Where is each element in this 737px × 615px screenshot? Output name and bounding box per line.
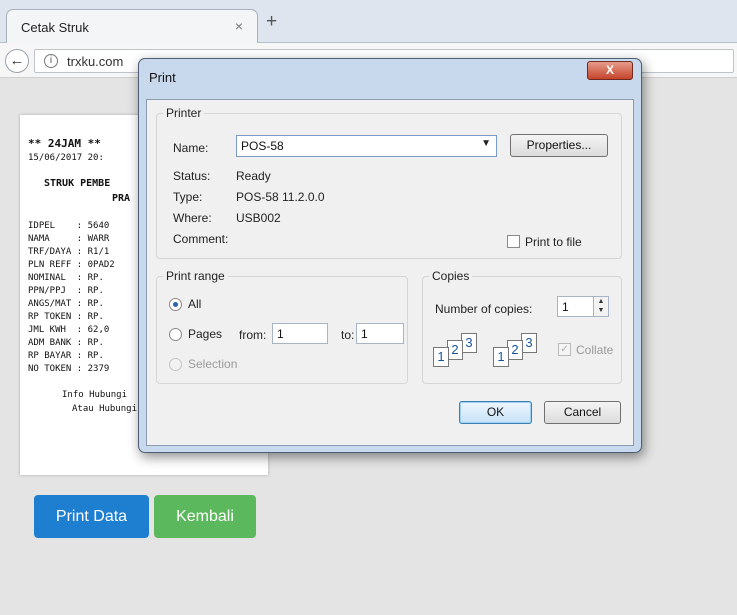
receipt-line: NAMA : WARR (28, 234, 110, 244)
receipt-line: ANGS/MAT : RP. (28, 299, 104, 309)
receipt-line: ** 24JAM ** (28, 137, 101, 150)
receipt-line: PLN REFF : 0PAD2 (28, 260, 115, 270)
tab-strip: Cetak Struk × + (0, 0, 737, 44)
dialog-title: Print (149, 70, 176, 85)
info-icon[interactable]: i (44, 54, 58, 68)
all-radio[interactable] (169, 298, 182, 311)
type-value: POS-58 11.2.0.0 (236, 190, 325, 204)
back-arrow-icon[interactable]: ← (5, 49, 29, 73)
page-1-icon: 1 (433, 347, 449, 367)
print-range-label: Print range (163, 269, 228, 283)
printer-group: Printer Name: POS-58 ▼ Properties... Sta… (156, 106, 622, 259)
to-input[interactable]: 1 (356, 323, 404, 344)
tab-title: Cetak Struk (21, 20, 89, 35)
from-label: from: (239, 328, 267, 342)
receipt-line: 15/06/2017 20: (28, 153, 104, 163)
print-to-file-label: Print to file (525, 235, 582, 249)
status-value: Ready (236, 169, 271, 183)
print-data-button[interactable]: Print Data (34, 495, 149, 538)
selection-label: Selection (188, 357, 238, 371)
receipt-line: TRF/DAYA : R1/1 (28, 247, 110, 257)
print-to-file-checkbox[interactable] (507, 235, 520, 248)
printer-name-select[interactable]: POS-58 ▼ (236, 135, 497, 157)
copies-group: Copies Number of copies: 1 ▲ ▼ 3 2 1 3 2… (422, 269, 622, 384)
browser-tab[interactable]: Cetak Struk × (6, 9, 258, 44)
collate-checkbox[interactable]: ✓ (558, 343, 571, 356)
properties-button[interactable]: Properties... (510, 134, 608, 157)
receipt-line: Info Hubungi (62, 390, 128, 400)
collate-pages-icon: 3 2 1 (491, 333, 545, 373)
where-value: USB002 (236, 211, 281, 225)
receipt-line: ADM BANK : RP. (28, 338, 104, 348)
page-1-icon: 1 (493, 347, 509, 367)
printer-name-label: Name: (173, 141, 209, 155)
from-input[interactable]: 1 (272, 323, 328, 344)
dialog-body: Printer Name: POS-58 ▼ Properties... Sta… (146, 99, 634, 446)
page-2-icon: 2 (447, 340, 463, 360)
back-button[interactable]: Kembali (154, 495, 256, 538)
selection-radio[interactable] (169, 358, 182, 371)
where-label: Where: (173, 211, 212, 225)
printer-group-label: Printer (163, 106, 205, 120)
close-button[interactable]: X (587, 61, 633, 80)
pages-label: Pages (188, 327, 223, 341)
status-label: Status: (173, 169, 211, 183)
spin-up-icon[interactable]: ▲ (594, 297, 608, 306)
receipt-line: RP TOKEN : RP. (28, 312, 104, 322)
pages-radio[interactable] (169, 328, 182, 341)
cancel-button[interactable]: Cancel (544, 401, 621, 424)
printer-name-value: POS-58 (241, 139, 284, 153)
url-text: trxku.com (67, 54, 124, 69)
chevron-down-icon: ▼ (481, 138, 491, 149)
receipt-line: IDPEL : 5640 (28, 221, 110, 231)
spin-down-icon[interactable]: ▼ (594, 306, 608, 315)
tab-close-icon[interactable]: × (235, 18, 243, 34)
type-label: Type: (173, 190, 203, 204)
to-label: to: (341, 328, 355, 342)
receipt-line: STRUK PEMBE (44, 178, 111, 189)
comment-label: Comment: (173, 232, 229, 246)
page-3-icon: 3 (461, 333, 477, 353)
page-3-icon: 3 (521, 333, 537, 353)
receipt-line: RP BAYAR : RP. (28, 351, 104, 361)
print-range-group: Print range All Pages from: 1 to: 1 Sele… (156, 269, 408, 384)
new-tab-icon[interactable]: + (266, 12, 277, 32)
receipt-line: JML KWH : 62,0 (28, 325, 110, 335)
receipt-line: PRA (112, 193, 131, 204)
collate-label: Collate (576, 343, 614, 357)
receipt-line: PPN/PPJ : RP. (28, 286, 104, 296)
receipt-line: NO TOKEN : 2379 (28, 364, 110, 374)
ok-button[interactable]: OK (459, 401, 532, 424)
number-of-copies-label: Number of copies: (435, 302, 533, 316)
receipt-line: NOMINAL : RP. (28, 273, 104, 283)
copies-label: Copies (429, 269, 473, 283)
page-2-icon: 2 (507, 340, 523, 360)
all-label: All (188, 297, 202, 311)
collate-pages-icon: 3 2 1 (431, 333, 485, 373)
print-dialog: Print X Printer Name: POS-58 ▼ Propertie… (138, 58, 642, 453)
receipt-line: Atau Hubungi (72, 404, 138, 414)
copies-spinner[interactable]: ▲ ▼ (593, 296, 609, 317)
